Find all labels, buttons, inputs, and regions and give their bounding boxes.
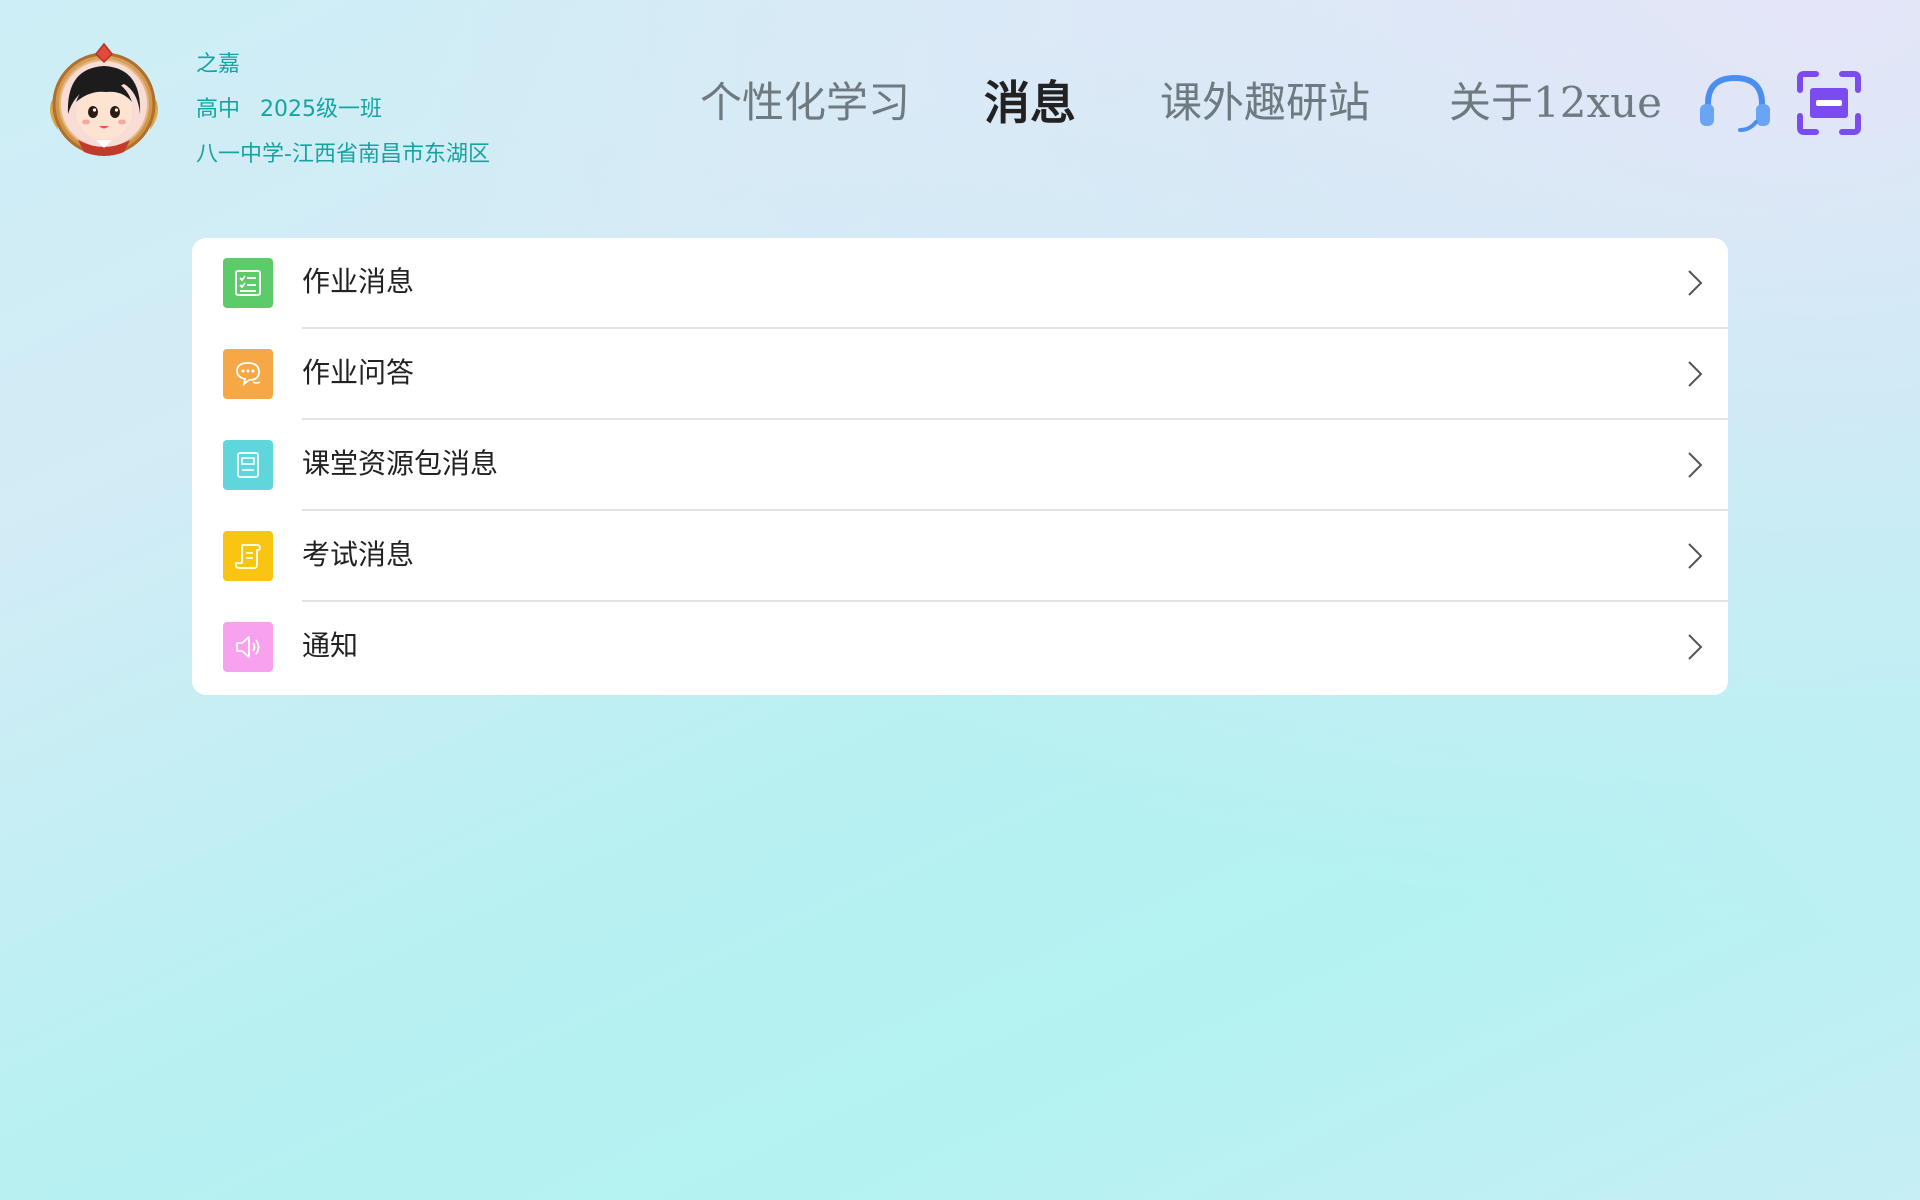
resource-package-icon <box>223 440 273 490</box>
headset-icon[interactable] <box>1698 70 1772 136</box>
list-item-label: 作业问答 <box>302 356 415 389</box>
user-grade-class: 高中 2025级一班 <box>196 87 490 132</box>
chevron-right-icon <box>1684 541 1706 571</box>
speaker-icon <box>223 622 273 672</box>
chat-bubbles-icon <box>223 349 273 399</box>
message-list: 作业消息 作业问答 课堂资源包消息 考试消息 通知 <box>192 238 1728 695</box>
homework-checklist-icon <box>223 258 273 308</box>
chevron-right-icon <box>1684 359 1706 389</box>
chevron-right-icon <box>1684 632 1706 662</box>
list-item-label: 通知 <box>302 629 359 662</box>
chevron-right-icon <box>1684 268 1706 298</box>
user-school: 八一中学-江西省南昌市东湖区 <box>196 142 490 167</box>
list-item-class-resource-messages[interactable]: 课堂资源包消息 <box>192 420 1728 511</box>
user-name: 之嘉 <box>196 52 241 77</box>
list-item-label: 课堂资源包消息 <box>302 447 499 480</box>
list-item-label: 作业消息 <box>302 265 415 298</box>
user-class: 2025级一班 <box>260 97 383 122</box>
chevron-right-icon <box>1684 450 1706 480</box>
user-grade: 高中 <box>196 97 241 122</box>
user-info: 之嘉 高中 2025级一班 八一中学-江西省南昌市东湖区 <box>196 42 490 177</box>
scan-icon[interactable] <box>1796 70 1862 136</box>
tab-personalized-learning[interactable]: 个性化学习 <box>700 72 910 134</box>
tab-messages[interactable]: 消息 <box>984 72 1076 134</box>
tab-extracurricular[interactable]: 课外趣研站 <box>1160 72 1370 134</box>
list-item-homework-messages[interactable]: 作业消息 <box>192 238 1728 329</box>
list-item-exam-messages[interactable]: 考试消息 <box>192 511 1728 602</box>
tab-about[interactable]: 关于12xue <box>1449 72 1662 134</box>
avatar[interactable] <box>44 42 164 162</box>
list-item-notifications[interactable]: 通知 <box>192 602 1728 693</box>
exam-scroll-icon <box>223 531 273 581</box>
list-item-label: 考试消息 <box>302 538 415 571</box>
list-item-homework-qa[interactable]: 作业问答 <box>192 329 1728 420</box>
